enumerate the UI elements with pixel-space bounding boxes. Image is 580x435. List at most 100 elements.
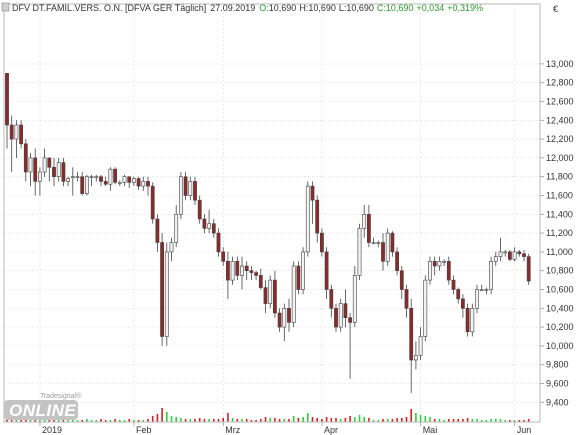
price-chart: 9,400 9,600 9,800 10,000 10,200 10,400 10,600 1…	[0, 0, 580, 435]
candle-body	[362, 214, 367, 229]
y-tick-label: 10,200	[546, 322, 574, 332]
candle-body	[460, 298, 465, 309]
candle-body	[282, 307, 287, 328]
candle-body	[61, 162, 66, 182]
candle-body	[230, 260, 235, 281]
candle-body	[42, 157, 47, 173]
candle-body	[155, 218, 160, 243]
candle-body	[357, 228, 362, 276]
header-close-label: C:	[377, 3, 386, 13]
candle-body	[94, 176, 99, 178]
y-tick-label: 13,000	[546, 59, 574, 69]
candle-body	[338, 303, 343, 328]
candle	[489, 256, 494, 295]
volume-bar	[227, 413, 229, 422]
candle-body	[465, 307, 470, 333]
candle-body	[489, 260, 494, 290]
candle-body	[475, 289, 479, 309]
candle-body	[179, 176, 183, 215]
candle-body	[503, 251, 508, 254]
candle-body	[442, 260, 447, 263]
header-instrument: DFV DT.FAMIL.VERS. O.N. [DFVA GER Täglic…	[12, 3, 206, 13]
candle-body	[122, 176, 127, 183]
x-tick-label: Apr	[324, 425, 338, 435]
candle-body	[14, 124, 19, 140]
candle-body	[395, 251, 400, 271]
x-tick-label: Feb	[136, 425, 152, 435]
candle-body	[484, 289, 489, 291]
candle-body	[33, 157, 38, 182]
volume-bar	[302, 417, 304, 422]
candle-body	[366, 214, 371, 243]
chart-background	[0, 0, 580, 435]
y-tick-label: 12,400	[546, 115, 574, 125]
candle-body	[75, 176, 80, 178]
x-tick-label: Mrz	[225, 425, 240, 435]
y-tick-label: 11,200	[546, 228, 573, 238]
candle-body	[272, 279, 277, 314]
candle-body	[56, 162, 61, 178]
candle	[296, 261, 301, 295]
y-tick-label: 12,000	[546, 153, 574, 163]
candle-body	[390, 232, 395, 253]
candle-body	[446, 260, 451, 281]
y-tick-label: 12,200	[546, 134, 574, 144]
candle-body	[150, 185, 155, 220]
candle	[113, 167, 118, 185]
candle-body	[507, 251, 512, 260]
volume-bar	[368, 418, 370, 422]
volume-bar	[297, 418, 300, 422]
candle-body	[146, 181, 150, 187]
candle-body	[451, 279, 456, 290]
y-tick-label: 12,600	[546, 97, 574, 107]
volume-bar	[292, 416, 295, 422]
y-tick-label: 9,800	[546, 360, 569, 370]
candle	[179, 172, 183, 219]
x-tick-label: Mai	[423, 425, 438, 435]
candle-body	[141, 181, 146, 187]
y-tick-label: 11,400	[546, 209, 573, 219]
volume-bar	[180, 418, 182, 422]
candle-body	[277, 312, 282, 328]
candle-body	[5, 73, 9, 126]
candle-body	[226, 260, 230, 281]
candle	[357, 223, 362, 281]
candle-body	[216, 232, 221, 253]
y-tick-label: 11,800	[546, 172, 573, 182]
candle-body	[493, 256, 498, 262]
volume-bar	[330, 418, 333, 422]
candle-body	[376, 242, 381, 244]
candle-body	[113, 168, 118, 183]
candle-body	[479, 289, 484, 291]
candle	[385, 228, 390, 266]
header-candle-icon	[1, 2, 10, 12]
header-high-value: 10,690	[308, 3, 336, 13]
candle-body	[418, 336, 423, 356]
header-open-label: O:	[259, 3, 269, 13]
volume-bar	[161, 408, 163, 422]
candle-body	[319, 232, 324, 253]
candle-body	[315, 199, 320, 234]
x-tick-label: 2019	[42, 425, 62, 435]
candle-body	[287, 307, 291, 323]
volume-bar	[405, 417, 408, 422]
candle	[352, 266, 357, 328]
candle-body	[498, 251, 503, 257]
candle-body	[99, 176, 103, 182]
volume-bar	[156, 414, 159, 422]
logo-big-text: ONLINE	[9, 401, 76, 420]
volume-bar	[325, 417, 328, 422]
candle-body	[85, 176, 89, 194]
candle-body	[291, 265, 296, 323]
volume-bar	[198, 418, 201, 422]
candle-body	[70, 176, 75, 178]
y-tick-label: 10,600	[546, 285, 574, 295]
candle	[526, 253, 531, 285]
volume-bar	[269, 418, 271, 422]
volume-bar	[274, 418, 276, 422]
volume-bar	[231, 418, 234, 422]
volume-bar	[424, 416, 427, 422]
candle-body	[310, 185, 315, 201]
volume-bar	[354, 417, 356, 422]
volume-bar	[307, 413, 309, 422]
